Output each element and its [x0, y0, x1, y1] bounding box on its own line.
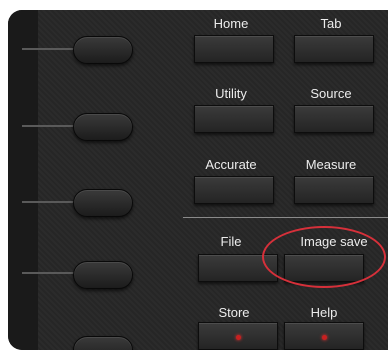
instrument-front-panel: Home Tab Utility Source Accurate Measure…	[8, 10, 388, 350]
help-key-label: Help	[310, 305, 338, 320]
softkey-4-button[interactable]	[73, 261, 133, 289]
display-bezel	[8, 10, 38, 350]
softkey-5-button[interactable]	[73, 336, 133, 350]
measure-key-label: Measure	[305, 157, 357, 172]
accurate-key-label: Accurate	[205, 157, 257, 172]
home-button[interactable]	[194, 35, 274, 63]
source-key-label: Source	[310, 86, 352, 101]
store-key-label: Store	[218, 305, 250, 320]
image-save-key-label: Image save	[300, 234, 368, 249]
tab-key-label: Tab	[320, 16, 342, 31]
softkey-connector-1	[22, 48, 80, 50]
accurate-button[interactable]	[194, 176, 274, 204]
help-button[interactable]	[284, 322, 364, 350]
file-button[interactable]	[198, 254, 278, 282]
store-led-indicator	[236, 335, 241, 340]
file-key-label: File	[220, 234, 242, 249]
utility-key-label: Utility	[215, 86, 247, 101]
image-save-button[interactable]	[284, 254, 364, 282]
section-divider	[183, 217, 388, 218]
home-key-label: Home	[213, 16, 249, 31]
softkey-connector-3	[22, 201, 80, 203]
measure-button[interactable]	[294, 176, 374, 204]
softkey-connector-2	[22, 125, 80, 127]
softkey-1-button[interactable]	[73, 36, 133, 64]
tab-button[interactable]	[294, 35, 374, 63]
store-button[interactable]	[198, 322, 278, 350]
help-led-indicator	[322, 335, 327, 340]
softkey-connector-4	[22, 272, 80, 274]
softkey-2-button[interactable]	[73, 113, 133, 141]
softkey-3-button[interactable]	[73, 189, 133, 217]
utility-button[interactable]	[194, 105, 274, 133]
source-button[interactable]	[294, 105, 374, 133]
